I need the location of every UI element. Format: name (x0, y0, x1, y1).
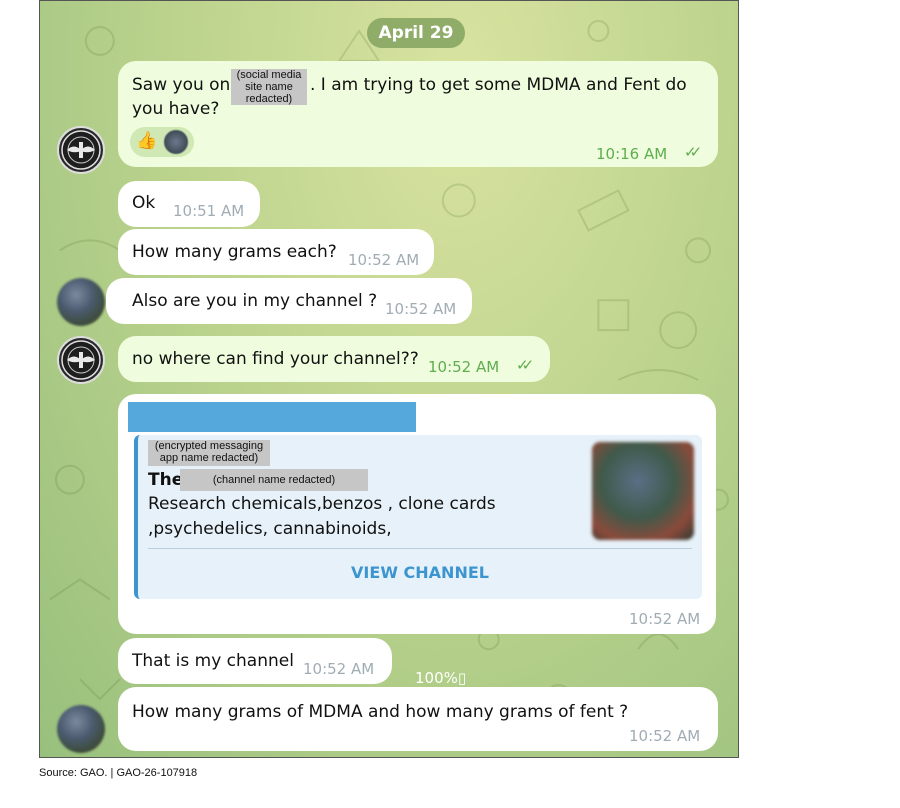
redaction-box: (social media site name redacted) (231, 69, 307, 105)
message-text: Ok (132, 193, 156, 213)
source-note: Source: GAO. | GAO-26-107918 (39, 767, 198, 779)
message-bubble-incoming[interactable]: That is my channel 10:52 AM (118, 638, 392, 684)
agency-seal-icon (61, 130, 101, 170)
overlay-text: 100%▯ (415, 669, 467, 687)
message-text: How many grams of MDMA and how many gram… (132, 702, 629, 722)
sender-avatar[interactable] (57, 336, 105, 384)
channel-description: ,psychedelics, cannabinoids, (148, 519, 392, 539)
message-text: How many grams each? (132, 242, 337, 262)
redaction-box: (channel name redacted) (180, 469, 368, 491)
message-bubble-incoming[interactable]: How many grams each? 10:52 AM (118, 229, 434, 275)
message-text: Saw you on (132, 75, 231, 95)
double-check-icon: ✓✓ (684, 143, 702, 161)
message-time: 10:52 AM (629, 610, 701, 628)
message-time: 10:51 AM (173, 202, 245, 220)
date-separator: April 29 (367, 18, 465, 48)
message-text: . I am trying to get some MDMA and Fent … (310, 75, 687, 95)
contact-avatar[interactable] (57, 705, 105, 753)
message-bubble-outgoing[interactable]: Saw you on (social media site name redac… (118, 61, 718, 167)
channel-preview-card[interactable]: (encrypted messaging app name redacted) … (134, 435, 702, 599)
thumbs-up-icon: 👍 (136, 131, 158, 151)
message-time: 10:52 AM (629, 727, 701, 745)
chat-window: April 29 Saw you on (social media site n… (39, 0, 739, 758)
message-time: 10:52 AM (385, 300, 457, 318)
channel-thumbnail (592, 442, 694, 540)
message-time: 10:16 AM (596, 145, 668, 163)
agency-seal-icon (61, 340, 101, 380)
message-text: you have? (132, 99, 220, 119)
message-bubble-incoming[interactable]: Ok 10:51 AM (118, 181, 260, 227)
message-bubble-outgoing[interactable]: no where can find your channel?? 10:52 A… (118, 336, 550, 382)
message-text: no where can find your channel?? (132, 349, 419, 369)
redacted-link-bar (128, 402, 416, 432)
reaction-bar[interactable]: 👍 (130, 127, 194, 157)
reactor-avatar (164, 130, 188, 154)
sender-avatar[interactable] (57, 126, 105, 174)
double-check-icon: ✓✓ (516, 356, 534, 374)
divider (148, 548, 692, 549)
contact-avatar[interactable] (57, 278, 105, 326)
message-time: 10:52 AM (428, 358, 500, 376)
channel-title: The (148, 470, 184, 490)
channel-description: Research chemicals,benzos , clone cards (148, 494, 496, 514)
view-channel-button[interactable]: VIEW CHANNEL (138, 563, 702, 582)
message-bubble-incoming[interactable]: Also are you in my channel ? 10:52 AM (106, 278, 472, 324)
link-preview-message[interactable]: (encrypted messaging app name redacted) … (118, 394, 716, 634)
message-text: That is my channel (132, 651, 294, 671)
message-bubble-incoming[interactable]: How many grams of MDMA and how many gram… (118, 687, 718, 751)
message-time: 10:52 AM (303, 660, 375, 678)
message-text: Also are you in my channel ? (132, 291, 378, 311)
message-time: 10:52 AM (348, 251, 420, 269)
redaction-box: (encrypted messaging app name redacted) (148, 440, 270, 466)
